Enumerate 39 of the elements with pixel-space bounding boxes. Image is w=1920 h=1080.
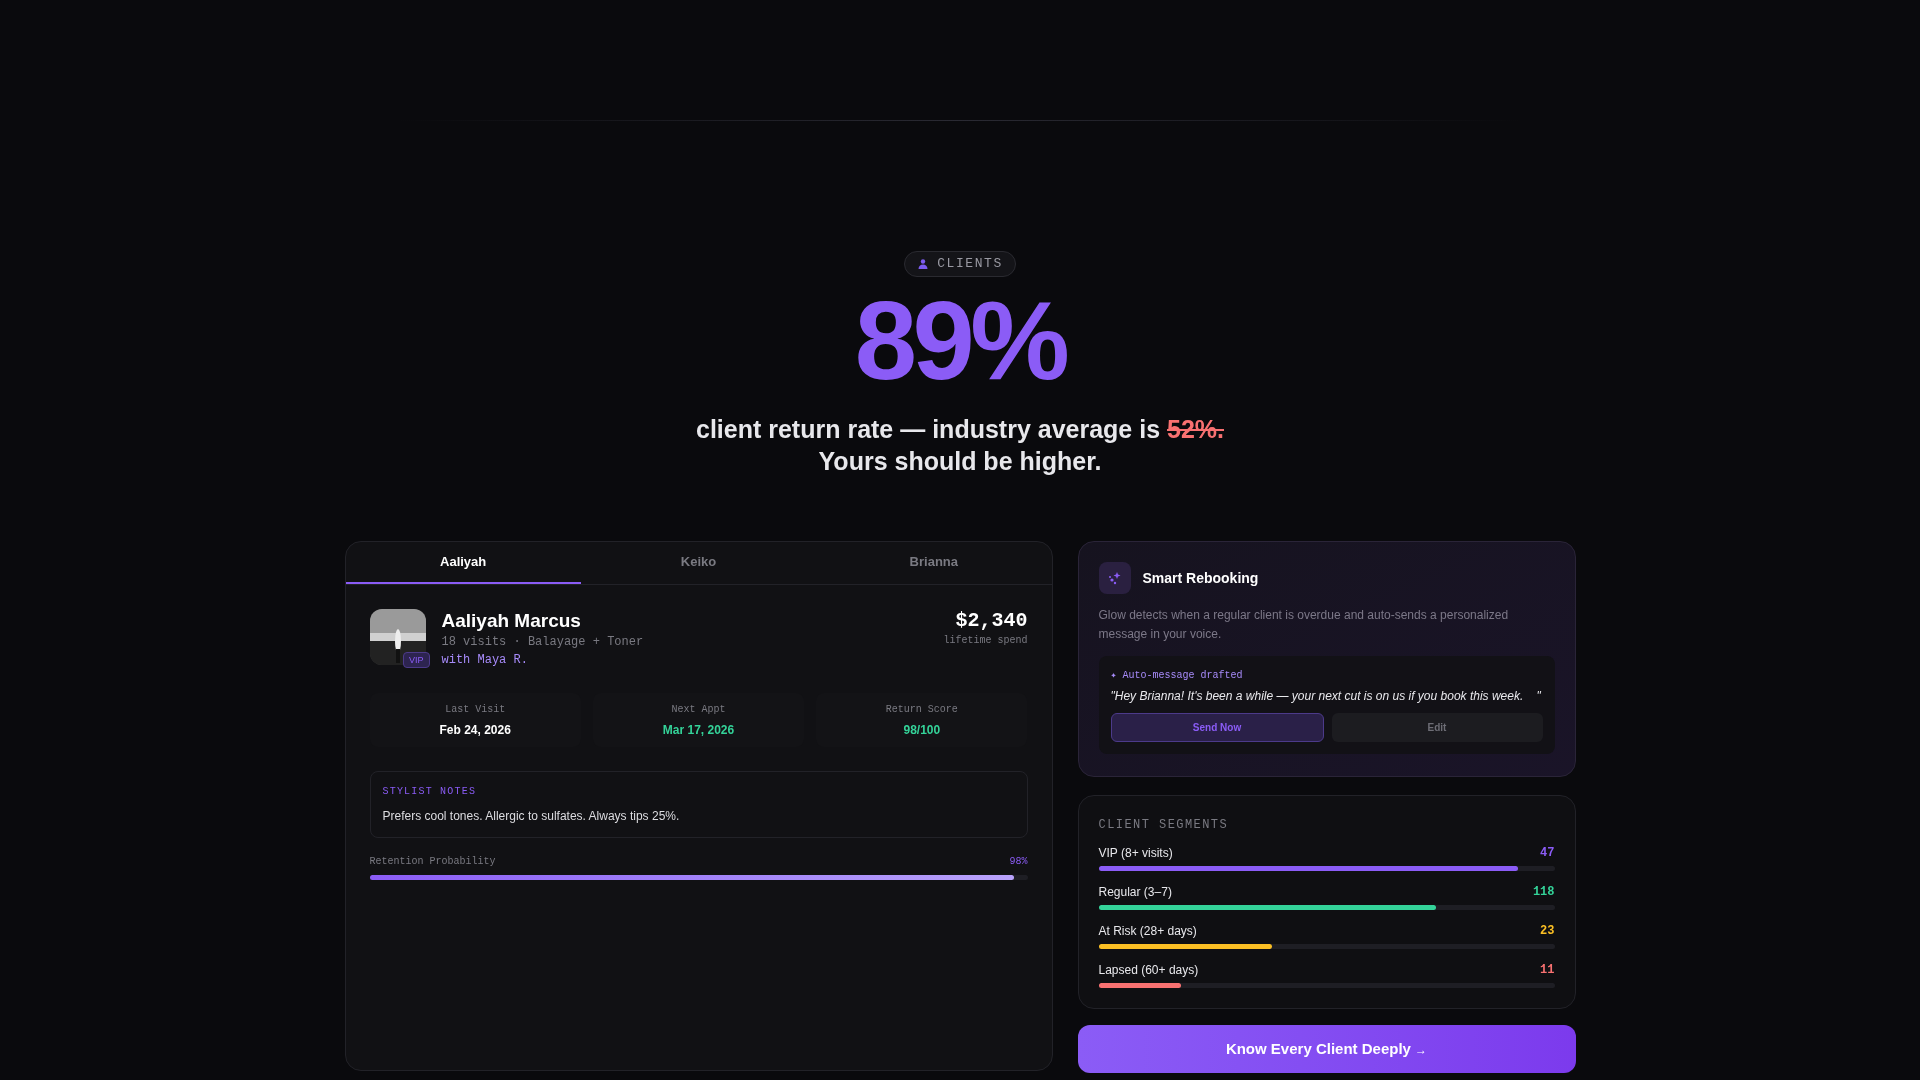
segment-label: At Risk (28+ days) <box>1098 924 1197 938</box>
client-name: Aaliyah Marcus <box>441 609 582 633</box>
stat-label: Return Score <box>885 702 958 717</box>
retention-label: Retention Probability <box>369 855 496 869</box>
spend-label: lifetime spend <box>943 634 1028 648</box>
stat-value: Feb 24, 2026 <box>439 721 511 739</box>
segment-label: VIP (8+ visits) <box>1098 846 1173 860</box>
stat-label: Last Visit <box>445 702 506 717</box>
stat-value: Mar 17, 2026 <box>662 721 735 739</box>
client-details: 18 visits · Balayage + Toner <box>441 634 645 651</box>
cta-button[interactable]: Know Every Client Deeply → <box>1077 1025 1576 1073</box>
rebooking-description: Glow detects when a regular client is overdue and auto-sends a personalized message in your voice. <box>1098 607 1510 643</box>
segment-label: Regular (3–7) <box>1098 885 1172 899</box>
client-tab[interactable]: Keiko <box>580 542 817 584</box>
segment-count: 23 <box>1540 924 1555 938</box>
return-rate-stat: 89% <box>854 281 1066 401</box>
notes-title: STYLIST NOTES <box>382 785 478 799</box>
segment-label: Lapsed (60+ days) <box>1098 963 1199 977</box>
vip-badge: VIP <box>403 652 430 668</box>
segment-count: 11 <box>1540 963 1555 977</box>
sparkle-icon <box>1098 562 1131 594</box>
client-tab[interactable]: Aaliyah <box>345 542 581 584</box>
rebooking-title: Smart Rebooking <box>1142 568 1259 588</box>
draft-label: ✦ Auto-message drafted <box>1110 669 1244 683</box>
edit-button[interactable]: Edit <box>1331 713 1543 742</box>
segment-count: 118 <box>1532 885 1555 899</box>
stat-value: 98/100 <box>903 721 941 739</box>
retention-reading: 98% <box>1009 855 1028 869</box>
segments-title: CLIENT SEGMENTS <box>1098 817 1230 834</box>
notes-text: Prefers cool tones. Allergic to sulfates. Always tips 25%. <box>382 808 681 825</box>
category-badge: CLIENTS <box>904 251 1016 277</box>
segment-count: 47 <box>1540 846 1555 860</box>
send-now-button[interactable]: Send Now <box>1110 713 1324 742</box>
stylist-name: with Maya R. <box>441 652 529 669</box>
stat-label: Next Appt <box>671 702 726 717</box>
lifetime-spend: $2,340 <box>955 609 1028 633</box>
client-tab[interactable]: Brianna <box>816 542 1052 584</box>
headline-text: client return rate — industry average is 52%. Yours should be higher. <box>696 414 1224 477</box>
draft-message: "Hey Brianna! It's been a while — your next cut is on us if you book this week. " <box>1110 688 1542 705</box>
